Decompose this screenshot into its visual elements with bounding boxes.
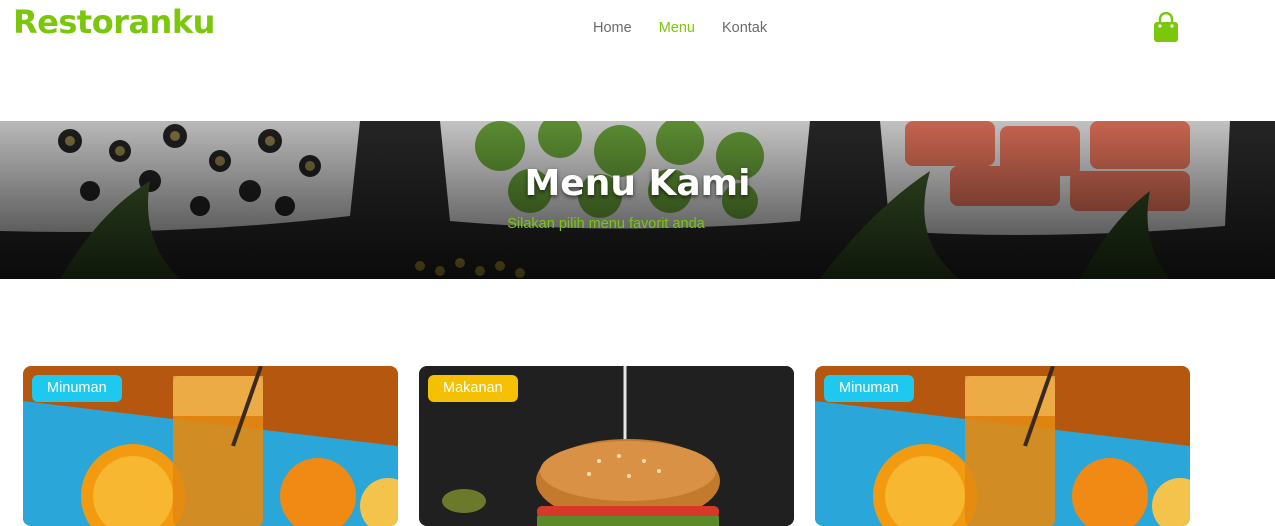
navbar: Restoranku Home Menu Kontak — [0, 0, 1275, 60]
shopping-bag-icon[interactable] — [1152, 11, 1180, 42]
brand-logo[interactable]: Restoranku — [13, 3, 215, 41]
nav-link-kontak[interactable]: Kontak — [722, 20, 767, 36]
page-subtitle: Silakan pilih menu favorit anda — [507, 216, 705, 232]
page-title: Menu Kami — [524, 163, 751, 204]
hero-banner: Menu Kami Silakan pilih menu favorit and… — [0, 121, 1275, 279]
nav-link-home[interactable]: Home — [593, 20, 632, 36]
menu-card[interactable]: Minuman — [23, 366, 398, 526]
nav-link-menu[interactable]: Menu — [659, 20, 695, 36]
nav-links: Home Menu Kontak — [593, 20, 767, 36]
category-badge: Minuman — [32, 375, 122, 402]
menu-card[interactable]: Makanan — [419, 366, 794, 526]
category-badge: Minuman — [824, 375, 914, 402]
category-badge: Makanan — [428, 375, 518, 402]
menu-card[interactable]: Minuman — [815, 366, 1190, 526]
